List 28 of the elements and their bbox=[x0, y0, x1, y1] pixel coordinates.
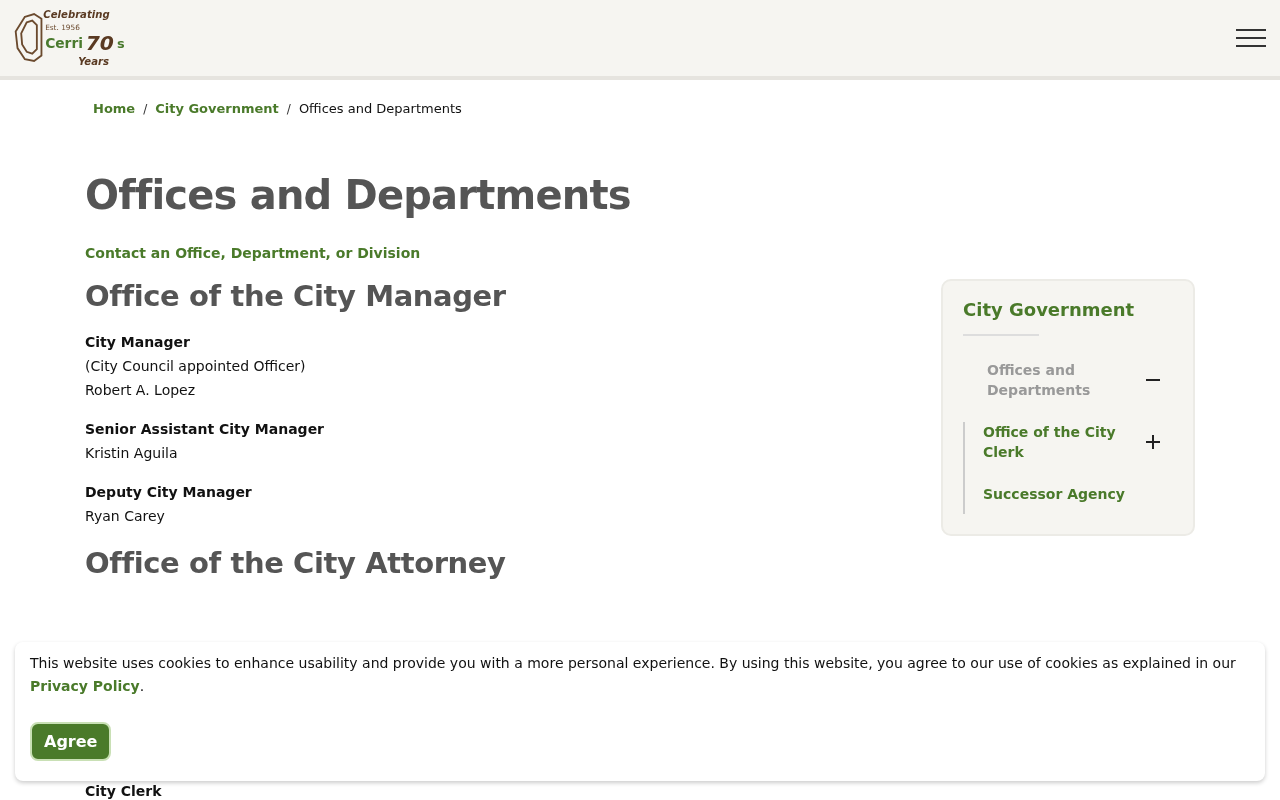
page-title: Offices and Departments bbox=[85, 171, 632, 220]
sidebar-title: City Government bbox=[963, 299, 1136, 320]
agree-button[interactable]: Agree bbox=[30, 722, 112, 761]
cookie-message: This website uses cookies to enhance usability and provide you with a more personal experience. By using this website, you agree to our use of cookies as explained in our Privacy Policy. bbox=[30, 654, 1237, 696]
contact-link[interactable]: Contact an Office, Department, or Division bbox=[85, 245, 421, 261]
menu-icon bbox=[1236, 28, 1266, 48]
entry-text: Robert A. Lopez bbox=[85, 381, 197, 400]
section-heading: Office of the City Manager bbox=[85, 278, 507, 315]
role-title: Deputy City Manager bbox=[85, 483, 253, 502]
role-title: City Clerk bbox=[85, 783, 162, 799]
role-title: Senior Assistant City Manager bbox=[85, 420, 326, 439]
sidebar-link[interactable]: Successor Agency bbox=[983, 484, 1133, 504]
sidebar-link[interactable]: Offices and Departments bbox=[987, 360, 1137, 400]
role-title: City Manager bbox=[85, 333, 191, 352]
entry-text: Kristin Aguila bbox=[85, 444, 179, 463]
breadcrumb-link[interactable]: City Government bbox=[155, 101, 279, 116]
breadcrumb-link[interactable]: Home bbox=[93, 101, 136, 116]
sidebar-link[interactable]: Office of the City Clerk bbox=[983, 422, 1133, 462]
breadcrumb-separator: / bbox=[143, 102, 148, 116]
breadcrumb-current: Offices and Departments bbox=[298, 101, 462, 116]
menu-button[interactable] bbox=[1236, 28, 1266, 48]
privacy-policy-link[interactable]: Privacy Policy bbox=[30, 678, 140, 694]
entry-text: Ryan Carey bbox=[85, 507, 166, 526]
plus-icon[interactable] bbox=[1145, 434, 1161, 450]
entry-text: (City Council appointed Officer) bbox=[85, 357, 307, 376]
breadcrumb-separator: / bbox=[286, 102, 291, 116]
city-logo[interactable]: Celebrating Est. 1956 Cerri 70 s Years bbox=[12, 5, 128, 71]
section-heading: Office of the City Attorney bbox=[85, 545, 507, 582]
